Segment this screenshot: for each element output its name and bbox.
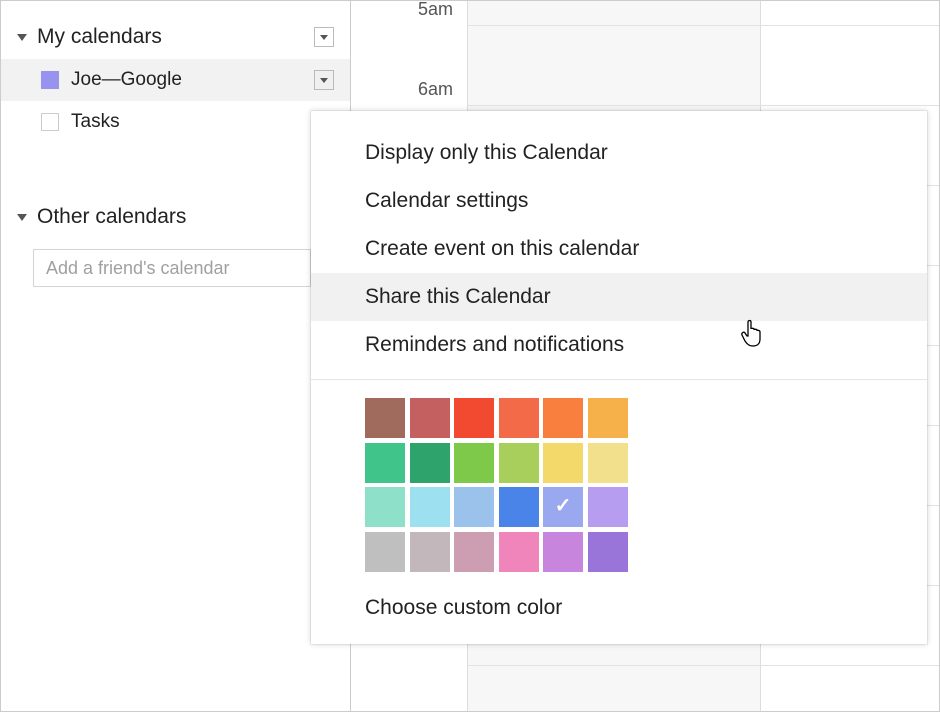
- calendar-name-label: Tasks: [71, 111, 334, 133]
- calendar-row-tasks[interactable]: Tasks: [1, 101, 350, 143]
- color-swatch[interactable]: [365, 398, 405, 438]
- menu-item-calendar-settings[interactable]: Calendar settings: [311, 177, 927, 225]
- other-calendars-title: Other calendars: [37, 205, 334, 229]
- other-calendars-header[interactable]: Other calendars: [1, 199, 350, 239]
- color-swatch[interactable]: [410, 398, 450, 438]
- color-swatch[interactable]: [499, 532, 539, 572]
- my-calendars-title: My calendars: [37, 25, 314, 49]
- cursor-pointer-icon: [740, 319, 766, 349]
- color-swatch[interactable]: [365, 443, 405, 483]
- color-swatch[interactable]: [499, 487, 539, 527]
- color-swatch[interactable]: [543, 398, 583, 438]
- disclosure-triangle-icon: [17, 34, 27, 41]
- color-swatch[interactable]: [365, 487, 405, 527]
- calendar-color-chip: [41, 113, 59, 131]
- menu-item-display-only[interactable]: Display only this Calendar: [311, 129, 927, 177]
- menu-item-share-calendar[interactable]: Share this Calendar: [311, 273, 927, 321]
- color-swatch[interactable]: [543, 532, 583, 572]
- color-swatch[interactable]: [410, 443, 450, 483]
- caret-down-icon: [320, 35, 328, 40]
- color-swatch[interactable]: [365, 532, 405, 572]
- checkmark-icon: ✓: [555, 493, 572, 518]
- my-calendars-header[interactable]: My calendars: [1, 19, 350, 59]
- color-swatch-grid: ✓: [365, 398, 927, 572]
- add-friend-calendar-input[interactable]: [33, 249, 311, 287]
- my-calendars-dropdown-button[interactable]: [314, 27, 334, 47]
- color-swatch[interactable]: [454, 443, 494, 483]
- color-swatch[interactable]: [499, 443, 539, 483]
- color-swatch[interactable]: [454, 487, 494, 527]
- disclosure-triangle-icon: [17, 214, 27, 221]
- color-swatch[interactable]: [410, 487, 450, 527]
- color-swatch[interactable]: [543, 443, 583, 483]
- sidebar: My calendars Joe—Google Tasks Other cale…: [1, 1, 351, 711]
- time-label-6am: 6am: [418, 79, 453, 100]
- color-swatch[interactable]: [410, 532, 450, 572]
- color-swatch[interactable]: [454, 532, 494, 572]
- menu-item-create-event[interactable]: Create event on this calendar: [311, 225, 927, 273]
- menu-divider: [311, 379, 927, 380]
- color-swatch[interactable]: [588, 487, 628, 527]
- color-swatch[interactable]: [588, 532, 628, 572]
- menu-item-reminders[interactable]: Reminders and notifications: [311, 321, 927, 369]
- caret-down-icon: [320, 78, 328, 83]
- calendar-options-popup: Display only this Calendar Calendar sett…: [311, 111, 927, 644]
- calendar-options-dropdown-button[interactable]: [314, 70, 334, 90]
- color-swatch[interactable]: [499, 398, 539, 438]
- menu-item-custom-color[interactable]: Choose custom color: [311, 590, 927, 624]
- calendar-row-joe[interactable]: Joe—Google: [1, 59, 350, 101]
- time-label-5am: 5am: [418, 0, 453, 20]
- color-swatch[interactable]: [588, 443, 628, 483]
- calendar-name-label: Joe—Google: [71, 69, 314, 91]
- color-swatch[interactable]: [588, 398, 628, 438]
- color-swatch[interactable]: [454, 398, 494, 438]
- color-swatch[interactable]: ✓: [543, 487, 583, 527]
- calendar-color-chip: [41, 71, 59, 89]
